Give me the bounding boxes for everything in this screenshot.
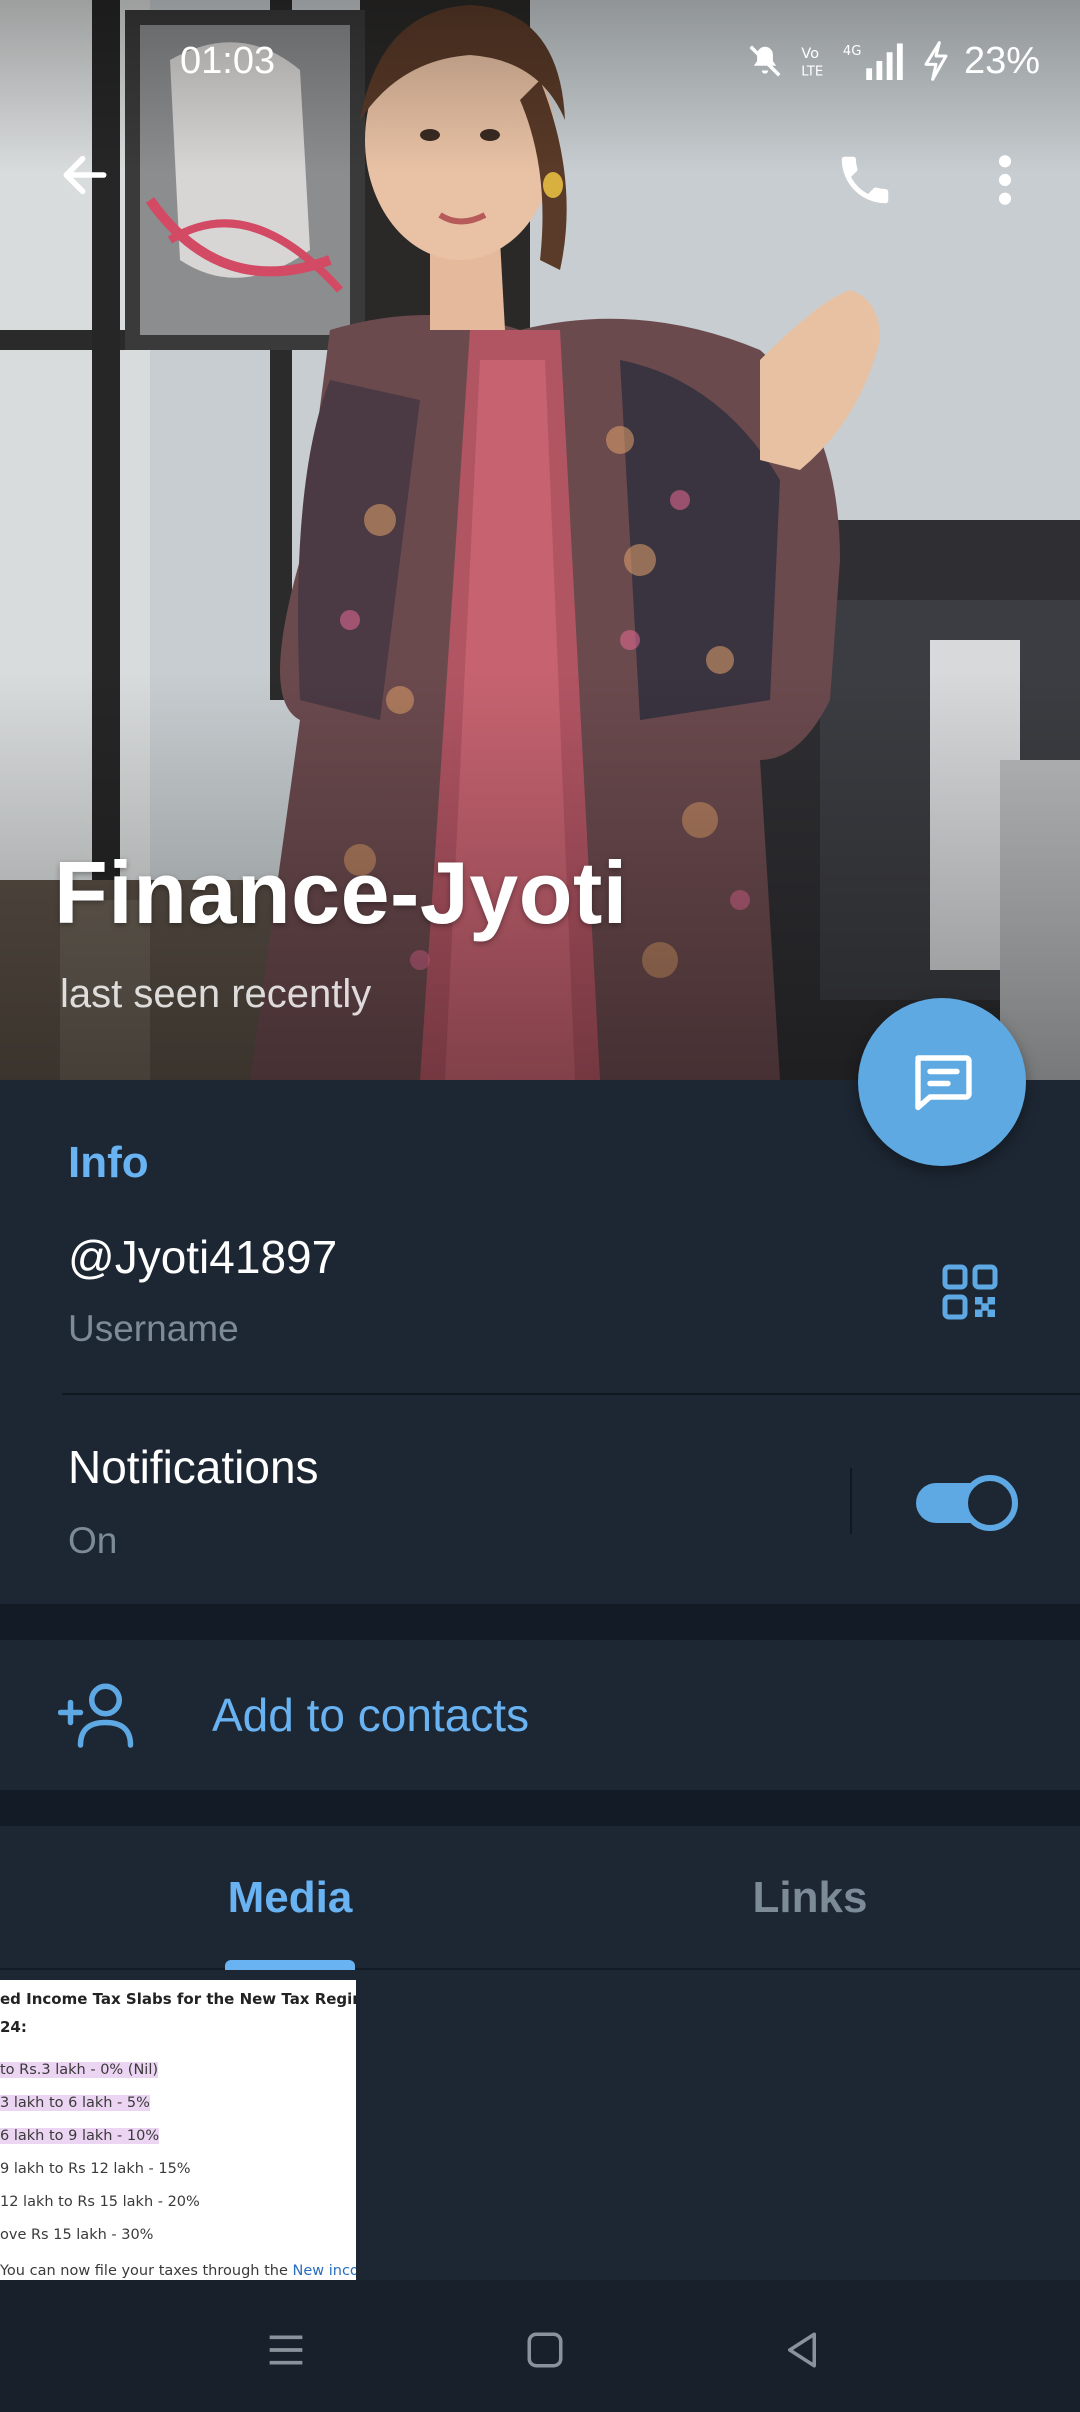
charging-icon [922, 41, 950, 81]
divider [62, 1393, 1080, 1395]
status-time: 01:03 [180, 40, 276, 82]
media-thumbnail[interactable]: ed Income Tax Slabs for the New Tax Regi… [0, 1980, 356, 2280]
qr-code-icon [942, 1264, 998, 1320]
svg-text:LTE: LTE [801, 65, 823, 80]
info-section-title: Info [68, 1138, 149, 1187]
message-icon [915, 1055, 972, 1111]
toggle-knob [962, 1475, 1018, 1531]
active-tab-indicator [225, 1960, 355, 1970]
thumb-text-line: 6 lakh to 9 lakh - 10% [0, 2128, 160, 2144]
qr-code-button[interactable] [930, 1252, 1010, 1332]
status-icons: Vo LTE 4G 23% [746, 36, 1040, 86]
menu-icon [269, 2335, 303, 2365]
thumb-text-line: 3 lakh to 6 lakh - 5% [0, 2095, 150, 2111]
network-type: 4G [843, 44, 862, 59]
thumb-text-line: ove Rs 15 lakh - 30% [0, 2227, 154, 2243]
arrow-left-icon [63, 155, 107, 195]
svg-text:Vo: Vo [801, 45, 819, 62]
thumb-link-text: New incom [292, 2263, 356, 2279]
nav-recents-button[interactable] [246, 2310, 326, 2390]
add-to-contacts-label: Add to contacts [212, 1689, 530, 1741]
home-square-icon [527, 2332, 563, 2368]
notifications-toggle[interactable] [916, 1473, 1018, 1533]
system-navigation-bar [0, 2280, 1080, 2412]
volte-icon: Vo LTE [798, 42, 828, 80]
nav-back-button[interactable] [762, 2310, 842, 2390]
tab-media[interactable]: Media [20, 1826, 560, 1970]
profile-name: Finance-Jyoti [54, 843, 628, 942]
add-to-contacts-row[interactable]: Add to contacts [0, 1640, 1080, 1790]
thumb-text-line: to Rs.3 lakh - 0% (Nil) [0, 2062, 159, 2078]
triangle-back-icon [788, 2332, 816, 2368]
thumb-text-line: You can now file your taxes through the [0, 2263, 293, 2279]
section-gap [0, 1604, 1080, 1640]
battery-percent: 23% [963, 39, 1040, 82]
thumb-text-line: 24: [0, 2018, 27, 2036]
nav-home-button[interactable] [505, 2310, 585, 2390]
call-button[interactable] [820, 135, 910, 225]
username-label: Username [68, 1308, 239, 1349]
last-seen-status: last seen recently [60, 972, 372, 1016]
notifications-state: On [68, 1520, 118, 1561]
add-user-icon [58, 1683, 134, 1748]
send-message-button[interactable] [858, 998, 1026, 1166]
media-tabs: Media Links [0, 1826, 1080, 1970]
thumb-text-line: 9 lakh to Rs 12 lakh - 15% [0, 2161, 191, 2177]
back-button[interactable] [40, 130, 130, 220]
username-value[interactable]: @Jyoti41897 [68, 1230, 337, 1284]
divider-vertical [850, 1468, 852, 1534]
more-options-button[interactable] [960, 135, 1050, 225]
thumb-text-line: 12 lakh to Rs 15 lakh - 20% [0, 2194, 200, 2210]
section-gap [0, 1790, 1080, 1826]
notifications-title[interactable]: Notifications [68, 1440, 319, 1494]
thumb-text-line: ed Income Tax Slabs for the New Tax Regi… [0, 1990, 356, 2008]
signal-icon: 4G [842, 42, 908, 80]
phone-icon [841, 156, 889, 204]
tab-links[interactable]: Links [540, 1826, 1080, 1970]
mute-icon [746, 42, 784, 80]
media-grid: ed Income Tax Slabs for the New Tax Regi… [0, 1972, 1080, 2280]
more-vertical-icon [998, 155, 1012, 205]
